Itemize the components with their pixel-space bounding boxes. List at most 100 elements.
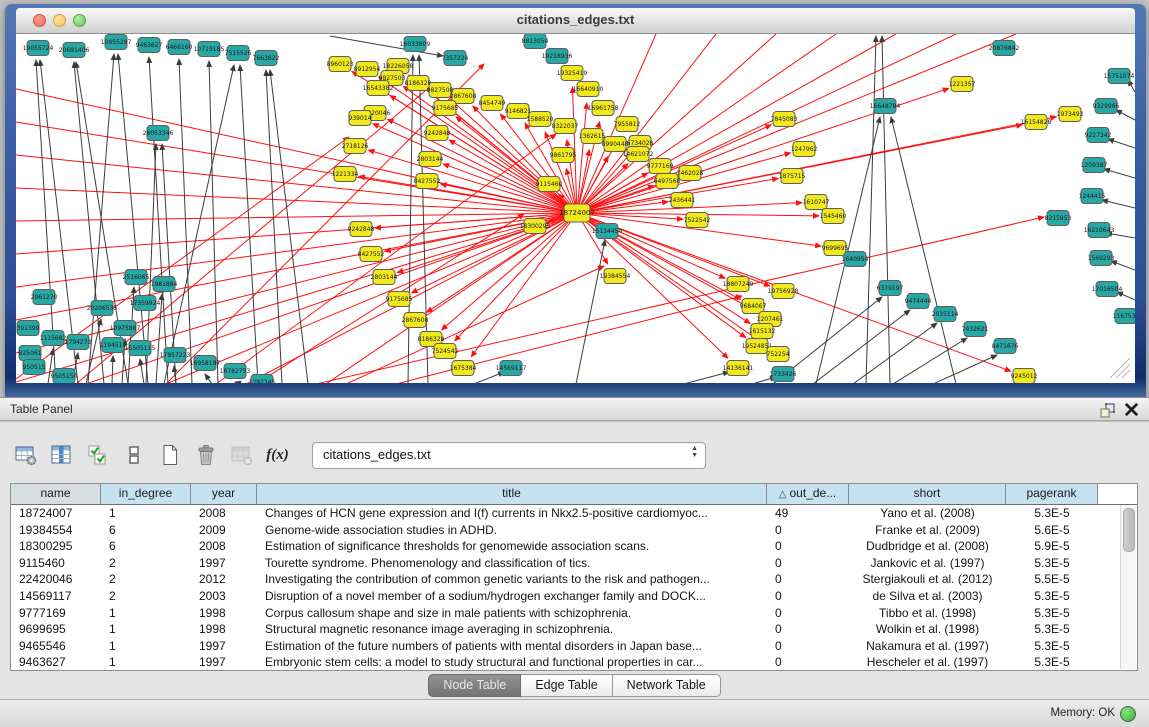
- graph-node[interactable]: 939014: [349, 111, 372, 126]
- graph-node[interactable]: 1244415: [1079, 189, 1106, 204]
- graph-node[interactable]: 9861795: [550, 148, 577, 163]
- graph-node[interactable]: 1675384: [450, 361, 477, 376]
- graph-node[interactable]: 17359924: [130, 296, 161, 311]
- graph-node[interactable]: 9329966: [1093, 99, 1120, 114]
- graph-node[interactable]: 9777169: [647, 159, 674, 174]
- graph-node[interactable]: 9242848: [424, 126, 451, 141]
- graph-node[interactable]: 391399: [17, 321, 40, 336]
- graph-node[interactable]: 1569293: [1088, 251, 1115, 266]
- graph-node[interactable]: 7524542: [432, 344, 459, 359]
- graph-node[interactable]: 17957223: [160, 348, 191, 363]
- close-panel-icon[interactable]: [1124, 402, 1139, 417]
- graph-node[interactable]: 1115682: [40, 331, 67, 346]
- column-header-title[interactable]: title: [257, 484, 767, 504]
- graph-node[interactable]: 14621072: [623, 147, 654, 162]
- tab-network-table[interactable]: Network Table: [613, 674, 721, 697]
- graph-node[interactable]: 16640910: [573, 82, 604, 97]
- graph-node[interactable]: 2935114: [932, 307, 959, 322]
- graph-node[interactable]: 19325419: [557, 66, 588, 81]
- graph-node[interactable]: 7432621: [962, 322, 989, 337]
- graph-node[interactable]: 1292345: [249, 375, 276, 384]
- column-header-name[interactable]: name: [11, 484, 101, 504]
- graph-node[interactable]: 8813054: [522, 34, 549, 49]
- show-columns-button[interactable]: [48, 442, 75, 469]
- graph-node[interactable]: 9242848: [348, 222, 375, 237]
- graph-node[interactable]: 7663822: [253, 51, 280, 66]
- graph-node[interactable]: 20206535: [87, 301, 118, 316]
- graph-node[interactable]: 16782753: [220, 364, 251, 379]
- graph-node[interactable]: 16154828: [1021, 115, 1052, 130]
- graph-node[interactable]: 9505150: [51, 369, 78, 384]
- graph-node[interactable]: 9463627: [136, 38, 163, 53]
- graph-node[interactable]: 1615132: [749, 324, 776, 339]
- graph-node[interactable]: 9175685: [386, 292, 413, 307]
- graph-node[interactable]: 825061: [19, 346, 42, 361]
- graph-node[interactable]: 8960123: [327, 57, 354, 72]
- graph-node[interactable]: 14136141: [723, 361, 754, 376]
- graph-node[interactable]: 15505115: [125, 341, 156, 356]
- graph-node[interactable]: 10975887: [110, 321, 141, 336]
- column-header-year[interactable]: year: [191, 484, 257, 504]
- graph-node[interactable]: 8912954: [354, 62, 381, 77]
- graph-node[interactable]: 2867608: [402, 313, 429, 328]
- graph-node[interactable]: 16543382: [363, 81, 394, 96]
- graph-node[interactable]: 14569117: [496, 361, 527, 376]
- graph-node[interactable]: 8322037: [552, 119, 579, 134]
- table-row[interactable]: 946362711997Embryonic stem cells: a mode…: [11, 654, 1137, 671]
- create-column-button[interactable]: [156, 442, 183, 469]
- graph-node[interactable]: 1640954: [842, 252, 869, 267]
- graph-node[interactable]: 1981884: [151, 277, 178, 292]
- table-selector-dropdown[interactable]: citations_edges.txt▲▼: [312, 442, 706, 469]
- graph-node[interactable]: 1209387: [1081, 158, 1108, 173]
- graph-node[interactable]: 7357224: [442, 51, 469, 66]
- graph-node[interactable]: 752254: [767, 347, 790, 362]
- graph-node[interactable]: 17016504: [1092, 282, 1123, 297]
- graph-node[interactable]: 7845083: [771, 112, 798, 127]
- network-window-titlebar[interactable]: citations_edges.txt: [16, 8, 1135, 34]
- column-header-out_de[interactable]: △out_de...: [767, 484, 849, 504]
- graph-node[interactable]: 9245012: [1011, 369, 1038, 384]
- graph-node[interactable]: 8471676: [992, 339, 1019, 354]
- graph-node[interactable]: 9227342: [1085, 128, 1112, 143]
- graph-node[interactable]: 9474444: [905, 294, 932, 309]
- graph-node[interactable]: 18300295: [520, 219, 551, 234]
- graph-node[interactable]: 2436441: [669, 193, 696, 208]
- graph-node[interactable]: 1973493: [1057, 107, 1084, 122]
- graph-node[interactable]: 19218936: [542, 49, 573, 64]
- select-columns-button[interactable]: [84, 442, 111, 469]
- tab-node-table[interactable]: Node Table: [428, 674, 521, 697]
- graph-node[interactable]: 7522542: [684, 213, 711, 228]
- scrollbar-thumb[interactable]: [1123, 508, 1135, 552]
- graph-node[interactable]: 19384554: [600, 269, 631, 284]
- graph-node[interactable]: 16958187: [190, 356, 221, 371]
- graph-node[interactable]: 2061270: [31, 290, 58, 305]
- graph-node[interactable]: 9175685: [432, 101, 459, 116]
- table-row[interactable]: 977716911998Corpus callosum shape and si…: [11, 605, 1137, 622]
- table-row[interactable]: 1872400712008Changes of HCN gene express…: [11, 505, 1137, 522]
- graph-node[interactable]: 8215953: [1045, 211, 1072, 226]
- graph-node[interactable]: 8990448: [602, 137, 629, 152]
- graph-node[interactable]: 19055724: [23, 41, 54, 56]
- graph-node[interactable]: 16210643: [1084, 223, 1115, 238]
- network-graph[interactable]: 8960123891295418226058982750316543382818…: [16, 34, 1135, 383]
- graph-node[interactable]: 1167533: [1113, 309, 1135, 324]
- graph-node[interactable]: 10719185: [194, 42, 225, 57]
- graph-node[interactable]: 16648784: [870, 99, 901, 114]
- canvas-resize-grip[interactable]: [1110, 358, 1130, 378]
- graph-node[interactable]: 16033809: [400, 37, 431, 52]
- function-builder-button[interactable]: f(x): [264, 442, 291, 469]
- graph-node[interactable]: 2718126: [342, 139, 369, 154]
- column-header-pagerank[interactable]: pagerank: [1006, 484, 1098, 504]
- tab-edge-table[interactable]: Edge Table: [521, 674, 612, 697]
- graph-node[interactable]: 1247962: [791, 142, 818, 157]
- graph-node[interactable]: 1588520: [527, 112, 554, 127]
- graph-node[interactable]: 20691406: [59, 43, 90, 58]
- graph-node[interactable]: 1794273: [65, 335, 92, 350]
- graph-node[interactable]: 8427552: [358, 247, 385, 262]
- graph-node[interactable]: 8454749: [479, 96, 506, 111]
- float-panel-icon[interactable]: [1099, 402, 1115, 418]
- graph-node[interactable]: 18807249: [723, 277, 754, 292]
- network-canvas[interactable]: 8960123891295418226058982750316543382818…: [16, 34, 1135, 383]
- column-header-short[interactable]: short: [849, 484, 1006, 504]
- table-row[interactable]: 1456911722003Disruption of a novel membe…: [11, 588, 1137, 605]
